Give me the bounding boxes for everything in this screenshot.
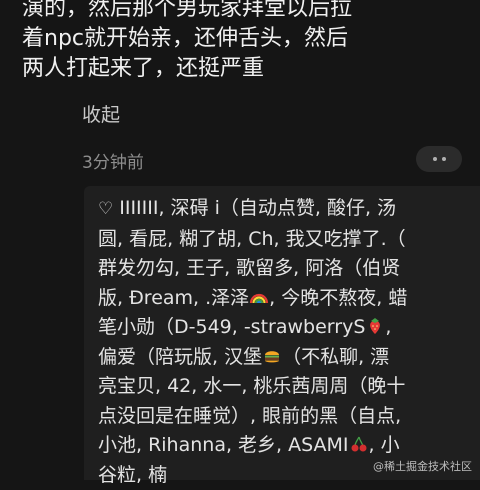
- likes-text: 点没回是在睡觉）, 眼前的黑（自点,: [98, 405, 401, 427]
- likes-line: 小池, Rihanna, 老乡, ASAMI , 小: [98, 431, 470, 461]
- burger-icon: [262, 346, 282, 366]
- likes-text: 笔小勋（D-549, -strawberryS: [98, 316, 365, 338]
- likes-text: , 小: [369, 434, 400, 456]
- more-dot-icon: [442, 157, 446, 161]
- likes-text: 亮宝贝, 42, 水一, 桃乐茜周周（晚十: [98, 375, 405, 397]
- more-dot-icon: [433, 157, 437, 161]
- likes-text: 圆, 看屁, 糊了胡, Ch, 我又吃撑了.（: [98, 228, 406, 250]
- heart-outline-icon: ♡: [98, 195, 113, 225]
- rainbow-icon: [249, 287, 269, 307]
- post-line: 两人打起来了，还挺严重: [22, 54, 470, 84]
- strawberry-icon: [365, 316, 385, 336]
- likes-line: 群发勿勾, 王子, 歌留多, 阿洛（伯贤: [98, 254, 470, 284]
- watermark: @稀土掘金技术社区: [373, 458, 472, 474]
- likes-line: 亮宝贝, 42, 水一, 桃乐茜周周（晚十: [98, 372, 470, 402]
- likes-line: 笔小勋（D-549, -strawberryS,: [98, 313, 470, 343]
- likes-text: 谷粒, 楠: [98, 464, 167, 486]
- likes-line: ♡ IIIIIII, 深碍 i（自动点赞, 酸仔, 汤: [98, 194, 470, 225]
- likes-text: 版, Đream, .泽泽: [98, 287, 249, 309]
- post-body: 演的，然后那个男玩家拜堂以后拉 着npc就开始亲，还伸舌头，然后 两人打起来了，…: [22, 0, 470, 84]
- timestamp: 3分钟前: [82, 148, 144, 173]
- likes-text: ,: [385, 316, 391, 338]
- likes-text: （不私聊, 漂: [282, 346, 389, 368]
- likes-list: ♡ IIIIIII, 深碍 i（自动点赞, 酸仔, 汤 圆, 看屁, 糊了胡, C…: [98, 194, 470, 490]
- more-options-button[interactable]: [416, 146, 462, 172]
- collapse-button[interactable]: 收起: [82, 100, 120, 127]
- likes-line: 偏爱（陪玩版, 汉堡 （不私聊, 漂: [98, 343, 470, 373]
- likes-panel: ♡ IIIIIII, 深碍 i（自动点赞, 酸仔, 汤 圆, 看屁, 糊了胡, C…: [84, 186, 480, 480]
- likes-text: 偏爱（陪玩版, 汉堡: [98, 346, 262, 368]
- likes-text: IIIIIII, 深碍 i（自动点赞, 酸仔, 汤: [119, 197, 396, 219]
- likes-text: , 今晚不熬夜, 蜡: [269, 287, 407, 309]
- post-line: 着npc就开始亲，还伸舌头，然后: [22, 24, 470, 54]
- likes-line: 点没回是在睡觉）, 眼前的黑（自点,: [98, 402, 470, 432]
- likes-text: 群发勿勾, 王子, 歌留多, 阿洛（伯贤: [98, 257, 400, 279]
- post-line: 演的，然后那个男玩家拜堂以后拉: [22, 0, 470, 24]
- cherry-icon: [349, 434, 369, 454]
- likes-line: 圆, 看屁, 糊了胡, Ch, 我又吃撑了.（: [98, 225, 470, 255]
- likes-text: 小池, Rihanna, 老乡, ASAMI: [98, 434, 349, 456]
- likes-line: 版, Đream, .泽泽 , 今晚不熬夜, 蜡: [98, 284, 470, 314]
